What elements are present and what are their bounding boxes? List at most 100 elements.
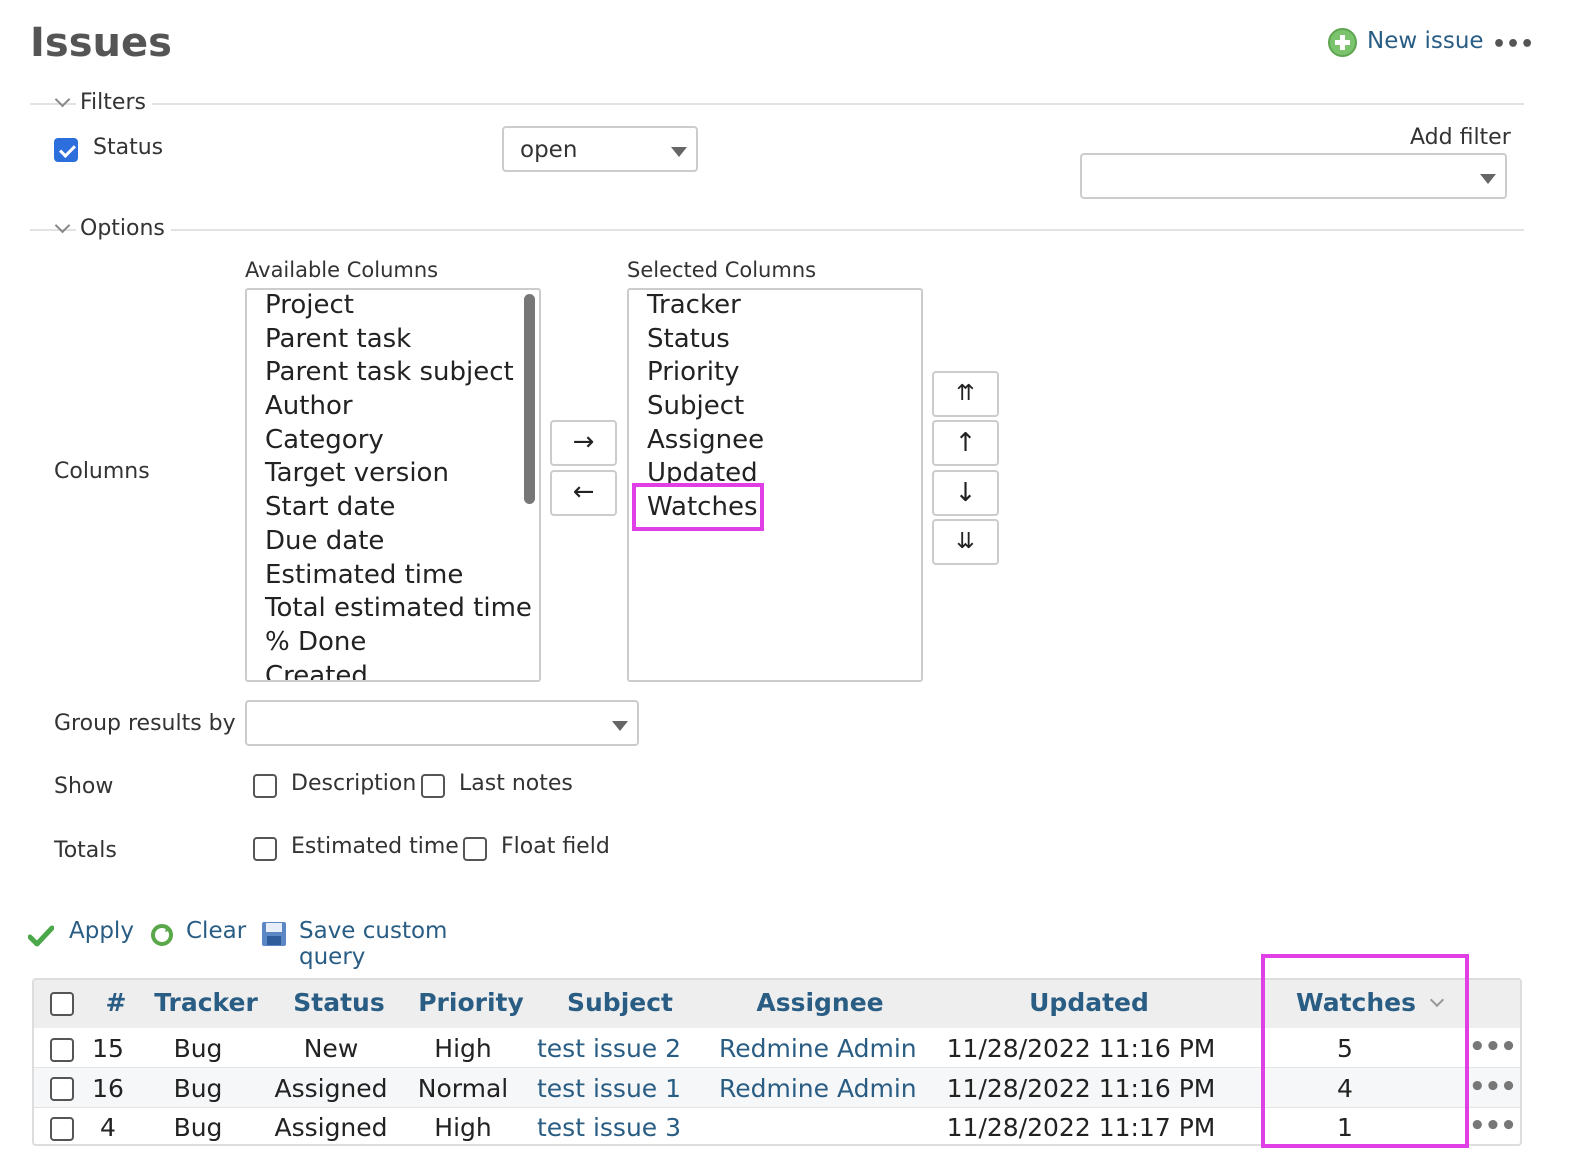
- show-label: Show: [54, 774, 114, 799]
- row-checkbox[interactable]: [50, 1117, 74, 1141]
- filters-divider: [30, 103, 1524, 105]
- list-item[interactable]: Target version: [265, 458, 449, 488]
- issue-subject-link[interactable]: test issue 1: [537, 1074, 681, 1103]
- move-top-button[interactable]: ⇈: [932, 371, 999, 417]
- list-item[interactable]: Start date: [265, 492, 395, 522]
- issue-status: Assigned: [274, 1074, 388, 1103]
- show-description-label: Description: [291, 771, 417, 796]
- list-item[interactable]: Parent task subject: [265, 357, 514, 387]
- list-item[interactable]: Parent task: [265, 324, 411, 354]
- issue-assignee-link[interactable]: Redmine Admin: [719, 1074, 917, 1103]
- apply-button[interactable]: Apply: [28, 918, 138, 950]
- list-item[interactable]: Project: [265, 290, 354, 320]
- issue-status: Assigned: [274, 1113, 388, 1142]
- row-actions-icon[interactable]: •••: [1469, 1111, 1517, 1141]
- list-item[interactable]: Subject: [647, 391, 744, 421]
- totals-float-label: Float field: [501, 834, 610, 859]
- watches-table-column-highlight: [1261, 954, 1469, 1148]
- list-item[interactable]: Priority: [647, 357, 740, 387]
- column-header-priority[interactable]: Priority: [418, 988, 524, 1017]
- add-column-button[interactable]: →: [550, 420, 617, 466]
- list-item[interactable]: Author: [265, 391, 353, 421]
- add-icon: [1328, 28, 1357, 57]
- totals-label: Totals: [54, 838, 117, 863]
- column-header-updated[interactable]: Updated: [1029, 988, 1149, 1017]
- options-legend[interactable]: Options: [76, 216, 171, 241]
- remove-column-button[interactable]: ←: [550, 470, 617, 516]
- save-icon: [262, 922, 286, 946]
- checkmark-icon: [28, 925, 54, 947]
- issue-priority: Normal: [417, 1074, 509, 1103]
- totals-estimated-label: Estimated time: [291, 834, 459, 859]
- selected-columns-label: Selected Columns: [627, 258, 817, 282]
- available-columns-list[interactable]: Project Parent task Parent task subject …: [245, 288, 541, 682]
- status-operator-value: open: [520, 137, 578, 163]
- select-all-checkbox[interactable]: [50, 992, 74, 1016]
- show-last-notes-checkbox[interactable]: [421, 774, 445, 798]
- list-item[interactable]: Status: [647, 324, 730, 354]
- issue-priority: High: [434, 1113, 492, 1142]
- issue-updated: 11/28/2022 11:16 PM: [946, 1074, 1216, 1103]
- apply-label: Apply: [69, 918, 134, 944]
- row-actions-icon[interactable]: •••: [1469, 1032, 1517, 1062]
- status-filter-label: Status: [93, 135, 164, 160]
- column-header-status[interactable]: Status: [293, 988, 384, 1017]
- issue-id-link[interactable]: 16: [92, 1074, 124, 1103]
- issue-priority: High: [434, 1034, 492, 1063]
- add-filter-label: Add filter: [1410, 125, 1511, 150]
- issue-tracker: Bug: [173, 1113, 223, 1142]
- issue-status: New: [303, 1034, 359, 1063]
- watches-column-highlight: [632, 483, 764, 531]
- list-item[interactable]: Assignee: [647, 425, 764, 455]
- issue-tracker: Bug: [173, 1074, 223, 1103]
- column-header-assignee[interactable]: Assignee: [756, 988, 883, 1017]
- chevron-down-icon: [612, 721, 628, 731]
- totals-estimated-checkbox[interactable]: [253, 837, 277, 861]
- clear-button[interactable]: Clear: [149, 918, 249, 950]
- issue-subject-link[interactable]: test issue 2: [537, 1034, 681, 1063]
- scrollbar-thumb[interactable]: [524, 294, 535, 504]
- column-header-tracker[interactable]: Tracker: [154, 988, 258, 1017]
- list-item[interactable]: % Done: [265, 627, 366, 657]
- issue-updated: 11/28/2022 11:16 PM: [946, 1034, 1216, 1063]
- issue-subject-link[interactable]: test issue 3: [537, 1113, 681, 1142]
- group-by-label: Group results by: [54, 711, 236, 736]
- row-checkbox[interactable]: [50, 1077, 74, 1101]
- show-last-notes-label: Last notes: [459, 771, 573, 796]
- totals-float-checkbox[interactable]: [463, 837, 487, 861]
- list-item[interactable]: Due date: [265, 526, 384, 556]
- filters-legend[interactable]: Filters: [76, 90, 152, 115]
- show-description-checkbox[interactable]: [253, 774, 277, 798]
- issue-id-link[interactable]: 15: [92, 1034, 124, 1063]
- chevron-down-icon: [1480, 174, 1496, 184]
- add-filter-select[interactable]: [1080, 153, 1507, 199]
- list-item[interactable]: Estimated time: [265, 560, 463, 590]
- group-by-select[interactable]: [245, 700, 639, 746]
- issue-assignee-link[interactable]: Redmine Admin: [719, 1034, 917, 1063]
- columns-label: Columns: [54, 459, 150, 484]
- status-filter-checkbox[interactable]: [54, 138, 78, 162]
- move-down-button[interactable]: ↓: [932, 470, 999, 516]
- list-item[interactable]: Tracker: [647, 290, 741, 320]
- row-actions-icon[interactable]: •••: [1469, 1072, 1517, 1102]
- reload-icon: [151, 924, 173, 946]
- save-query-button[interactable]: Save custom query: [261, 918, 511, 970]
- issue-id-link[interactable]: 4: [100, 1113, 116, 1142]
- more-actions-icon[interactable]: •••: [1492, 32, 1534, 57]
- options-divider: [30, 229, 1524, 231]
- issue-updated: 11/28/2022 11:17 PM: [946, 1113, 1216, 1142]
- issue-tracker: Bug: [173, 1034, 223, 1063]
- column-header-subject[interactable]: Subject: [567, 988, 673, 1017]
- row-checkbox[interactable]: [50, 1038, 74, 1062]
- list-item[interactable]: Total estimated time: [265, 593, 532, 623]
- list-item[interactable]: Created: [265, 661, 368, 680]
- list-item[interactable]: Category: [265, 425, 384, 455]
- available-columns-label: Available Columns: [245, 258, 439, 282]
- move-up-button[interactable]: ↑: [932, 420, 999, 466]
- status-operator-select[interactable]: open: [502, 126, 698, 172]
- move-bottom-button[interactable]: ⇊: [932, 519, 999, 565]
- new-issue-label: New issue: [1367, 28, 1484, 54]
- page-title: Issues: [30, 20, 172, 66]
- clear-label: Clear: [186, 918, 247, 944]
- column-header-id[interactable]: #: [106, 988, 127, 1017]
